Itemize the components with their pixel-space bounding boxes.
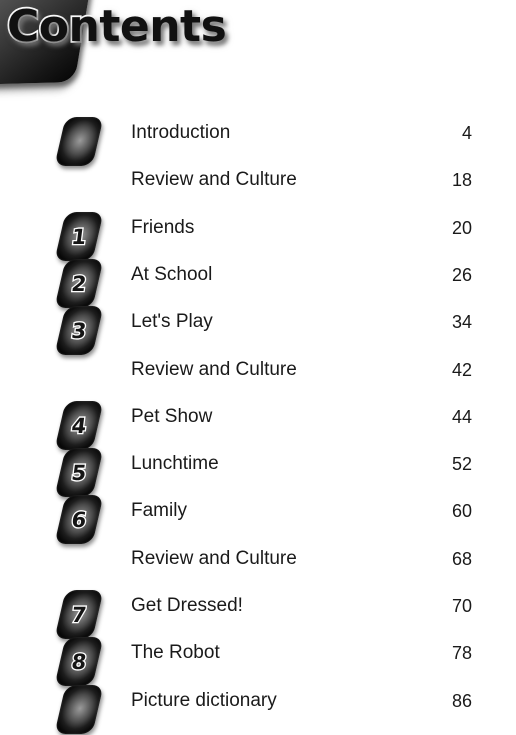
toc-entry-title: Picture dictionary	[131, 689, 277, 711]
toc-entry-page-number: 4	[461, 123, 472, 143]
chapter-badge-1: 1	[54, 211, 104, 261]
toc-entry-page-number: 52	[451, 454, 472, 475]
toc-entry-title: Review and Culture	[131, 547, 297, 569]
chapter-number: 1	[69, 223, 89, 250]
table-of-contents: Introduction 4 Review and Culture 18 1 Friend…	[0, 0, 516, 735]
toc-row[interactable]: 2 At School 26	[0, 258, 516, 308]
chapter-number: 6	[69, 507, 89, 534]
toc-entry-page-number: 20	[451, 217, 472, 238]
chapter-number: 5	[69, 459, 89, 486]
toc-entry-title: Review and Culture	[131, 169, 297, 191]
chapter-badge-8: 8	[54, 637, 104, 687]
section-badge	[54, 684, 104, 734]
toc-entry-page-number: 18	[451, 170, 472, 191]
toc-row[interactable]: 1 Friends 20	[0, 211, 516, 261]
toc-entry-page-number: 44	[451, 406, 472, 427]
chapter-badge-7: 7	[54, 590, 104, 639]
toc-row[interactable]: 4 Pet Show 44	[0, 400, 516, 450]
toc-entry-page-number: 78	[451, 643, 472, 664]
chapter-number: 3	[69, 317, 89, 344]
toc-entry-title: Pet Show	[131, 405, 213, 427]
toc-row[interactable]: 5 Lunchtime 52	[0, 448, 516, 498]
chapter-badge-5: 5	[54, 448, 104, 498]
toc-entry-title: Review and Culture	[131, 358, 297, 380]
toc-entry-page-number: 34	[451, 312, 472, 333]
toc-entry-page-number: 42	[451, 359, 472, 380]
toc-entry-title: At School	[131, 263, 213, 285]
contents-page: Contents Introduction 4 Review and Culture…	[0, 0, 516, 735]
chapter-badge-6: 6	[54, 495, 104, 545]
toc-entry-title: Friends	[131, 216, 195, 238]
chapter-number: 7	[69, 601, 89, 628]
chapter-badge-2: 2	[54, 258, 104, 308]
toc-row[interactable]: 3 Let's Play 34	[0, 306, 516, 356]
toc-row[interactable]: 6 Family 60	[0, 495, 516, 545]
toc-entry-page-number: 70	[451, 596, 472, 616]
toc-entry-title: Lunchtime	[131, 453, 219, 475]
toc-row[interactable]: Review and Culture 42	[0, 355, 516, 402]
chapter-badge-4: 4	[54, 400, 104, 450]
toc-row[interactable]: 8 The Robot 78	[0, 637, 516, 687]
toc-row[interactable]: Picture dictionary 86	[0, 684, 516, 734]
toc-entry-title: Get Dressed!	[131, 595, 243, 616]
toc-entry-page-number: 68	[451, 548, 472, 569]
chapter-number: 2	[69, 270, 89, 297]
toc-row[interactable]: 7 Get Dressed! 70	[0, 590, 516, 639]
toc-entry-title: Introduction	[131, 122, 231, 143]
chapter-number: 8	[69, 648, 89, 675]
toc-entry-page-number: 60	[451, 501, 472, 522]
toc-entry-title: Let's Play	[131, 311, 213, 333]
toc-entry-title: Family	[131, 500, 187, 522]
chapter-number	[57, 117, 101, 166]
chapter-number	[57, 685, 101, 734]
toc-entry-page-number: 86	[451, 690, 472, 711]
toc-entry-title: The Robot	[131, 642, 220, 664]
chapter-badge-3: 3	[54, 306, 104, 356]
chapter-number: 4	[69, 412, 89, 439]
toc-row[interactable]: Review and Culture 68	[0, 544, 516, 591]
toc-row[interactable]: Introduction 4	[0, 117, 516, 166]
toc-entry-page-number: 26	[451, 264, 472, 285]
toc-row[interactable]: Review and Culture 18	[0, 165, 516, 212]
section-badge	[54, 117, 104, 166]
